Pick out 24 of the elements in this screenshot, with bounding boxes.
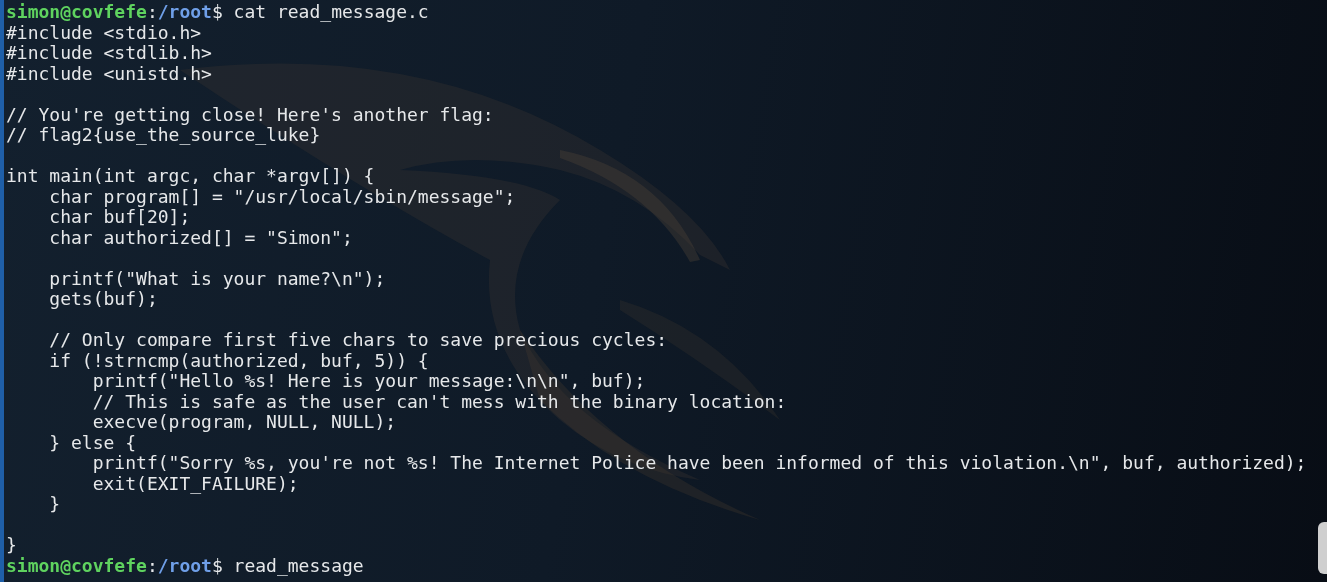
- code-line: execve(program, NULL, NULL);: [91, 412, 397, 433]
- code-line: gets(buf);: [48, 289, 158, 310]
- code-line: int main(int argc, char *argv[]) {: [6, 166, 375, 187]
- code-line: exit(EXIT_FAILURE);: [91, 473, 299, 494]
- prompt-line: simon@covfefe:/root$ cat read_message.c: [6, 2, 429, 23]
- code-line: printf("What is your name?\n");: [48, 268, 386, 289]
- code-line: #include <stdio.h>: [6, 22, 202, 43]
- code-line: char program[] = "/usr/local/sbin/message";: [48, 186, 516, 207]
- code-line: printf("Sorry %s, you're not %s! The Internet Police have been informed of this violation.\n", buf, authorized);: [91, 453, 1307, 474]
- code-line: }: [48, 494, 61, 515]
- code-line: #include <stdlib.h>: [6, 43, 212, 64]
- code-line: printf("Hello %s! Here is your message:\n\n", buf);: [92, 371, 646, 392]
- code-line: char buf[20];: [48, 207, 191, 228]
- code-line: #include <unistd.h>: [6, 63, 212, 84]
- code-line: char authorized[] = "Simon";: [48, 227, 353, 248]
- scrollbar-thumb[interactable]: [1318, 522, 1327, 574]
- code-line: // You're getting close! Here's another flag:: [6, 104, 494, 125]
- code-line: // flag2{use_the_source_luke}: [6, 125, 321, 146]
- code-line: }: [6, 535, 17, 556]
- code-line: if (!strncmp(authorized, buf, 5)) {: [48, 350, 429, 371]
- prompt-line: simon@covfefe:/root$ read_message: [6, 555, 364, 576]
- code-line: // Only compare first five chars to save precious cycles:: [48, 330, 668, 351]
- code-line: // This is safe as the user can't mess with the binary location:: [91, 391, 787, 412]
- code-line: } else {: [48, 432, 137, 453]
